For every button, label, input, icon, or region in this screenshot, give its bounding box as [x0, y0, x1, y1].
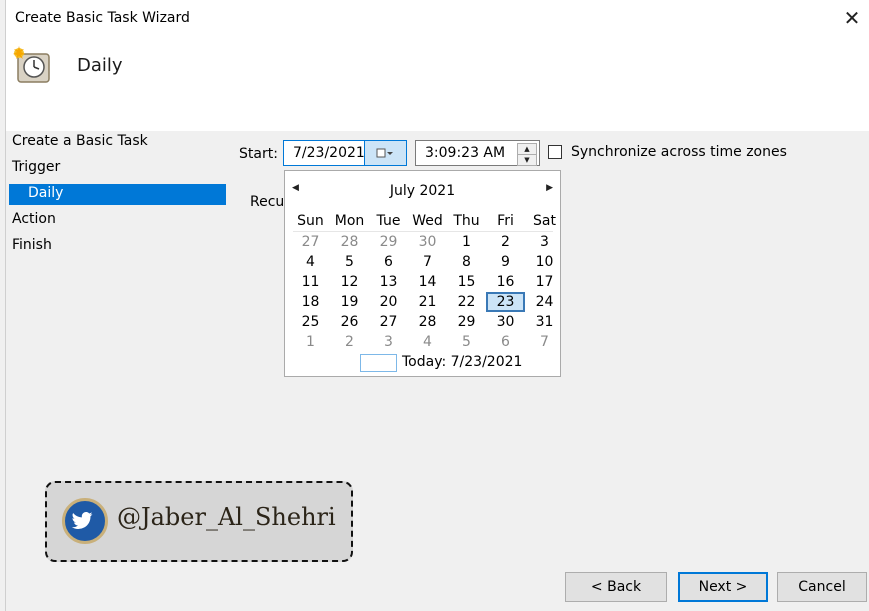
calendar-day[interactable]: 30 — [408, 232, 447, 252]
cancel-button[interactable]: Cancel — [777, 572, 867, 602]
start-time-value: 3:09:23 AM — [425, 145, 506, 161]
calendar-day[interactable]: 20 — [369, 292, 408, 312]
calendar-day[interactable]: 10 — [525, 252, 564, 272]
calendar-day[interactable]: 23 — [486, 292, 525, 312]
calendar-day[interactable]: 12 — [330, 272, 369, 292]
watermark-handle: @Jaber_Al_Shehri — [117, 503, 336, 531]
nav-item-trigger[interactable]: Trigger — [12, 159, 60, 175]
calendar-day[interactable]: 5 — [330, 252, 369, 272]
calendar-day[interactable]: 11 — [291, 272, 330, 292]
back-button[interactable]: < Back — [565, 572, 667, 602]
page-title: Daily — [77, 55, 123, 76]
calendar-day[interactable]: 21 — [408, 292, 447, 312]
today-link[interactable]: Today: 7/23/2021 — [402, 354, 522, 370]
calendar-day[interactable]: 13 — [369, 272, 408, 292]
calendar-day[interactable]: 1 — [447, 232, 486, 252]
weekday-header: Fri — [497, 213, 514, 229]
calendar-day[interactable]: 31 — [525, 312, 564, 332]
weekday-header: Thu — [453, 213, 480, 229]
nav-item-action[interactable]: Action — [12, 211, 56, 227]
weekday-header: Wed — [412, 213, 443, 229]
calendar-day[interactable]: 1 — [291, 332, 330, 352]
calendar-day[interactable]: 14 — [408, 272, 447, 292]
nav-item-finish[interactable]: Finish — [12, 237, 52, 253]
calendar-day[interactable]: 25 — [291, 312, 330, 332]
calendar-day[interactable]: 8 — [447, 252, 486, 272]
start-date-picker[interactable]: 7/23/2021 — [283, 140, 407, 166]
sync-time-zones-label: Synchronize across time zones — [571, 144, 787, 160]
time-down-arrow-icon[interactable]: ▼ — [517, 154, 537, 166]
calendar-day[interactable]: 4 — [291, 252, 330, 272]
weekday-header: Sat — [533, 213, 556, 229]
calendar-month-title[interactable]: July 2021 — [285, 183, 560, 199]
calendar-day[interactable]: 22 — [447, 292, 486, 312]
calendar-day[interactable]: 17 — [525, 272, 564, 292]
recur-label: Recu — [250, 194, 285, 210]
calendar-divider — [293, 231, 553, 232]
calendar-day[interactable]: 9 — [486, 252, 525, 272]
calendar-day[interactable]: 6 — [369, 252, 408, 272]
nav-item-create-basic-task[interactable]: Create a Basic Task — [12, 133, 148, 149]
calendar-day[interactable]: 15 — [447, 272, 486, 292]
calendar-day[interactable]: 2 — [330, 332, 369, 352]
nav-item-daily[interactable]: Daily — [9, 184, 226, 205]
calendar-day[interactable]: 5 — [447, 332, 486, 352]
window-title: Create Basic Task Wizard — [15, 10, 190, 26]
calendar-day[interactable]: 18 — [291, 292, 330, 312]
calendar-dropdown-button[interactable] — [364, 141, 406, 165]
calendar-day[interactable]: 2 — [486, 232, 525, 252]
watermark-box: @Jaber_Al_Shehri — [45, 481, 353, 562]
calendar-day[interactable]: 6 — [486, 332, 525, 352]
weekday-header: Tue — [376, 213, 401, 229]
calendar-day[interactable]: 7 — [525, 332, 564, 352]
nav-item-daily-label: Daily — [28, 185, 64, 201]
calendar-day[interactable]: 3 — [525, 232, 564, 252]
calendar-dropdown-icon — [376, 148, 393, 158]
calendar-day[interactable]: 24 — [525, 292, 564, 312]
calendar-day[interactable]: 29 — [447, 312, 486, 332]
calendar-day[interactable]: 27 — [291, 232, 330, 252]
close-icon[interactable]: ✕ — [842, 8, 862, 28]
calendar-day[interactable]: 26 — [330, 312, 369, 332]
calendar-day[interactable]: 4 — [408, 332, 447, 352]
next-button[interactable]: Next > — [678, 572, 768, 602]
task-clock-icon — [12, 46, 52, 84]
calendar-day[interactable]: 29 — [369, 232, 408, 252]
calendar-day[interactable]: 3 — [369, 332, 408, 352]
start-time-field[interactable]: 3:09:23 AM ▲ ▼ — [415, 140, 540, 166]
calendar-day[interactable]: 30 — [486, 312, 525, 332]
weekday-header: Mon — [334, 213, 365, 229]
start-date-value: 7/23/2021 — [293, 145, 365, 161]
calendar-day[interactable]: 19 — [330, 292, 369, 312]
twitter-bird-icon — [62, 498, 108, 544]
calendar-day[interactable]: 27 — [369, 312, 408, 332]
start-label: Start: — [239, 146, 278, 162]
next-month-arrow-icon[interactable]: ▶ — [546, 183, 553, 193]
calendar-day[interactable]: 28 — [408, 312, 447, 332]
calendar-day[interactable]: 16 — [486, 272, 525, 292]
calendar-popup[interactable]: ◀ July 2021 ▶ Sun Mon Tue Wed Thu Fri Sat 27 28 2… — [284, 170, 561, 377]
sync-time-zones-checkbox[interactable] — [548, 145, 562, 159]
today-marker — [360, 354, 397, 372]
weekday-header: Sun — [297, 213, 324, 229]
calendar-day[interactable]: 28 — [330, 232, 369, 252]
calendar-day[interactable]: 7 — [408, 252, 447, 272]
